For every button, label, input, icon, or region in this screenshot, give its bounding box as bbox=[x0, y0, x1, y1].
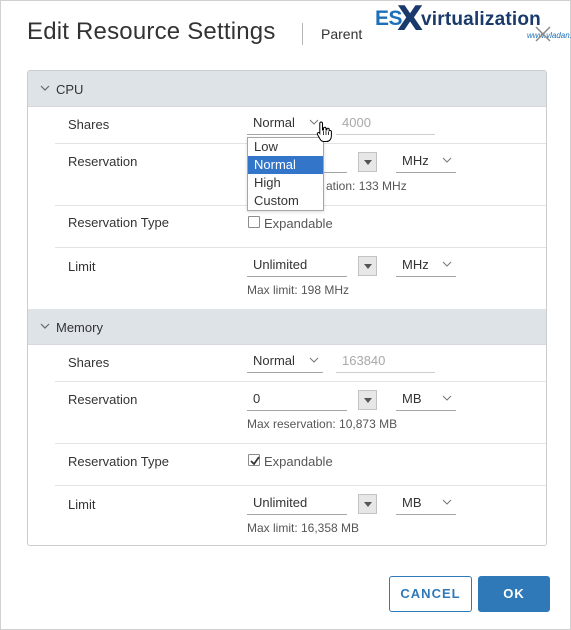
title-divider bbox=[302, 23, 303, 45]
cpu-shares-level-select[interactable]: Normal bbox=[247, 113, 323, 135]
chevron-down-icon bbox=[40, 323, 50, 329]
triangle-down-icon bbox=[364, 264, 372, 269]
cpu-reservation-hint: ation: 133 MHz bbox=[326, 179, 407, 193]
hand-cursor-icon bbox=[316, 121, 332, 142]
cpu-reservation-type-label: Reservation Type bbox=[68, 215, 169, 230]
cpu-reservation-dropdown-button[interactable] bbox=[358, 152, 377, 172]
memory-reservation-dropdown-button[interactable] bbox=[358, 390, 377, 410]
memory-reservation-type-label: Reservation Type bbox=[68, 454, 169, 469]
cpu-shares-dropdown-menu: Low Normal High Custom bbox=[247, 137, 324, 211]
dialog-title: Edit Resource Settings bbox=[27, 18, 276, 45]
dropdown-option-high[interactable]: High bbox=[248, 174, 323, 192]
memory-shares-label: Shares bbox=[68, 355, 110, 370]
chevron-down-icon bbox=[442, 395, 452, 401]
memory-limit-input[interactable]: Unlimited bbox=[247, 493, 347, 515]
memory-shares-level-value: Normal bbox=[253, 353, 295, 368]
cpu-limit-input[interactable]: Unlimited bbox=[247, 255, 347, 277]
cpu-section-label: CPU bbox=[56, 82, 84, 97]
triangle-down-icon bbox=[364, 502, 372, 507]
chevron-down-icon bbox=[442, 261, 452, 267]
memory-reservation-unit-select[interactable]: MB bbox=[396, 389, 456, 411]
memory-limit-value: Unlimited bbox=[253, 495, 308, 510]
memory-reservation-input[interactable]: 0 bbox=[247, 389, 347, 411]
memory-limit-label: Limit bbox=[68, 497, 96, 512]
memory-section-label: Memory bbox=[56, 320, 103, 335]
resource-settings-panel: CPU Shares Normal 4000 Reservation MHz a… bbox=[27, 70, 547, 546]
cpu-reservation-unit: MHz bbox=[402, 153, 429, 168]
cpu-expandable-label: Expandable bbox=[264, 216, 333, 231]
row-divider bbox=[55, 485, 546, 486]
cpu-shares-value: 4000 bbox=[342, 115, 371, 130]
memory-reservation-unit: MB bbox=[402, 391, 422, 406]
memory-shares-level-select[interactable]: Normal bbox=[247, 351, 323, 373]
cancel-button[interactable]: CANCEL bbox=[389, 576, 472, 612]
checkmark-icon bbox=[250, 456, 260, 466]
cpu-limit-hint: Max limit: 198 MHz bbox=[247, 283, 350, 297]
cpu-limit-label: Limit bbox=[68, 259, 96, 274]
chevron-down-icon bbox=[442, 157, 452, 163]
row-divider bbox=[55, 443, 546, 444]
triangle-down-icon bbox=[364, 398, 372, 403]
dropdown-option-custom[interactable]: Custom bbox=[248, 192, 323, 210]
memory-reservation-hint: Max reservation: 10,873 MB bbox=[247, 417, 398, 431]
chevron-down-icon bbox=[309, 357, 319, 363]
memory-reservation-value: 0 bbox=[253, 391, 261, 406]
memory-limit-unit: MB bbox=[402, 495, 422, 510]
dialog-subtitle: Parent bbox=[321, 26, 363, 42]
close-icon[interactable] bbox=[534, 25, 552, 43]
cpu-reservation-label: Reservation bbox=[68, 154, 138, 169]
memory-expandable-checkbox[interactable] bbox=[248, 454, 260, 466]
cpu-limit-dropdown-button[interactable] bbox=[358, 256, 377, 276]
cpu-limit-unit: MHz bbox=[402, 257, 429, 272]
cpu-shares-value-input[interactable]: 4000 bbox=[336, 113, 435, 135]
logo-x-text: X bbox=[397, 0, 424, 39]
row-divider bbox=[55, 381, 546, 382]
triangle-down-icon bbox=[364, 160, 372, 165]
chevron-down-icon bbox=[442, 499, 452, 505]
cpu-expandable-checkbox[interactable] bbox=[248, 216, 260, 228]
cpu-shares-label: Shares bbox=[68, 117, 110, 132]
row-divider bbox=[55, 247, 546, 248]
memory-shares-value-input[interactable]: 163840 bbox=[336, 351, 435, 373]
chevron-down-icon bbox=[40, 85, 50, 91]
memory-section-header[interactable]: Memory bbox=[28, 309, 546, 345]
cpu-shares-level-value: Normal bbox=[253, 115, 295, 130]
memory-limit-dropdown-button[interactable] bbox=[358, 494, 377, 514]
dropdown-option-normal[interactable]: Normal bbox=[248, 156, 323, 174]
memory-reservation-label: Reservation bbox=[68, 392, 138, 407]
memory-limit-unit-select[interactable]: MB bbox=[396, 493, 456, 515]
ok-button[interactable]: OK bbox=[478, 576, 550, 612]
memory-shares-value: 163840 bbox=[342, 353, 386, 368]
cpu-section-header[interactable]: CPU bbox=[28, 71, 546, 107]
cpu-reservation-unit-select[interactable]: MHz bbox=[396, 151, 456, 173]
memory-expandable-label: Expandable bbox=[264, 454, 333, 469]
dropdown-option-low[interactable]: Low bbox=[248, 138, 323, 156]
edit-resource-settings-dialog: Edit Resource Settings Parent ES X virtu… bbox=[0, 0, 571, 630]
cpu-limit-unit-select[interactable]: MHz bbox=[396, 255, 456, 277]
memory-limit-hint: Max limit: 16,358 MB bbox=[247, 521, 360, 535]
cpu-limit-value: Unlimited bbox=[253, 257, 308, 272]
logo-virtualization-text: virtualization bbox=[421, 9, 541, 30]
dialog-header: Edit Resource Settings Parent ES X virtu… bbox=[1, 0, 571, 67]
